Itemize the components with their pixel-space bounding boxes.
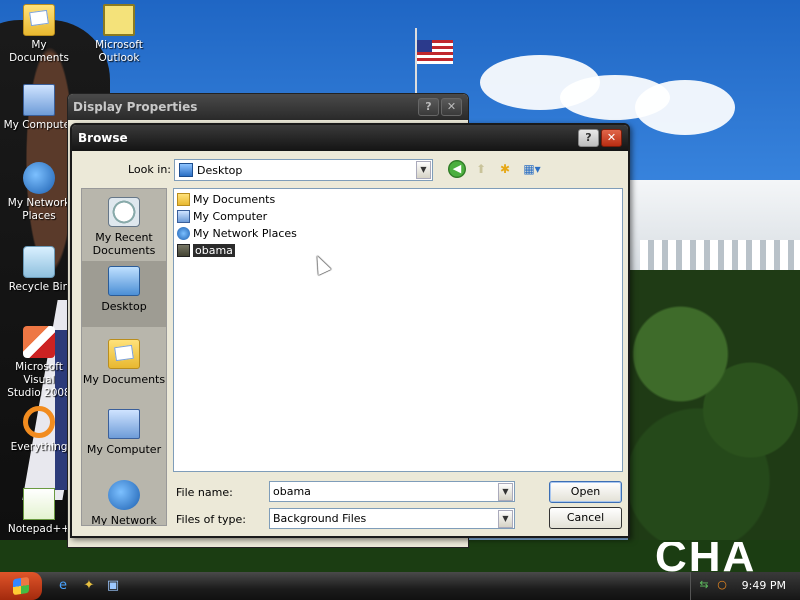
desktop-icon	[108, 266, 140, 296]
places-item-my-documents[interactable]: My Documents	[82, 339, 166, 386]
desktop-icon-label: Notepad++	[7, 523, 71, 535]
my-computer-icon	[108, 409, 140, 439]
chevron-down-icon[interactable]: ▼	[416, 161, 431, 179]
everything-search-icon[interactable]: ○	[715, 578, 729, 592]
desktop-icon-label: My Network Places	[7, 197, 71, 222]
trees	[628, 270, 800, 550]
display-properties-titlebar[interactable]: Display Properties ? ✕	[68, 94, 468, 120]
file-name-label: File name:	[176, 486, 233, 499]
list-item[interactable]: My Network Places	[177, 226, 297, 242]
file-type-label: Files of type:	[176, 513, 247, 526]
back-arrow-icon[interactable]: ◀	[448, 160, 466, 178]
network-places-icon	[108, 480, 140, 510]
file-name: obama	[193, 244, 235, 257]
places-item-my-computer[interactable]: My Computer	[82, 409, 166, 456]
file-name-input[interactable]: obama ▼	[269, 481, 515, 502]
system-tray: ⇆ ○ 9:49 PM	[690, 572, 800, 600]
file-name: My Computer	[193, 210, 268, 223]
cancel-button[interactable]: Cancel	[549, 507, 622, 529]
computer-icon	[177, 210, 190, 223]
places-item-label: My Network	[91, 514, 157, 526]
file-type-value: Background Files	[273, 512, 367, 525]
my-documents-icon	[23, 4, 55, 36]
up-folder-icon[interactable]: ⬆	[472, 160, 490, 178]
desktop-icon-label: Recycle Bin	[8, 281, 70, 293]
close-button[interactable]: ✕	[441, 98, 462, 116]
file-type-select[interactable]: Background Files ▼	[269, 508, 515, 529]
file-list[interactable]: My Documents My Computer My Network Plac…	[173, 188, 623, 472]
places-item-label: My Computer	[86, 443, 162, 456]
desktop-icon-label: Everything	[10, 441, 68, 453]
places-item-recent-documents[interactable]: My Recent Documents	[82, 197, 166, 257]
places-bar: My Recent Documents Desktop My Documents…	[81, 188, 167, 526]
desktop-icon	[179, 163, 193, 177]
my-documents-icon	[108, 339, 140, 369]
us-flag	[417, 40, 453, 64]
desktop-icon-label: Microsoft Visual Studio 2008	[7, 361, 71, 399]
look-in-label: Look in:	[128, 163, 171, 176]
file-name: My Network Places	[193, 227, 297, 240]
cloud	[635, 80, 735, 135]
help-button[interactable]: ?	[578, 129, 599, 147]
taskbar: e ✦ ▣ ⇆ ○ 9:49 PM	[0, 572, 800, 600]
browse-titlebar[interactable]: Browse ? ✕	[72, 125, 628, 151]
look-in-select[interactable]: Desktop ▼	[174, 159, 433, 181]
recent-documents-icon	[108, 197, 140, 227]
clock[interactable]: 9:49 PM	[742, 579, 786, 592]
visual-studio-icon	[23, 326, 55, 358]
image-file-icon	[177, 244, 190, 257]
internet-explorer-icon[interactable]: e	[54, 577, 72, 595]
wallpaper-text: CHA	[655, 542, 757, 572]
network-places-icon	[23, 162, 55, 194]
media-player-icon[interactable]: ✦	[80, 577, 98, 595]
help-button[interactable]: ?	[418, 98, 439, 116]
chevron-down-icon[interactable]: ▼	[498, 483, 513, 501]
notepad-plus-plus-icon	[23, 488, 55, 520]
show-desktop-icon[interactable]: ▣	[104, 577, 122, 595]
network-tray-icon[interactable]: ⇆	[697, 578, 711, 592]
outlook-icon	[103, 4, 135, 36]
start-button[interactable]	[0, 572, 42, 600]
desktop-icon-label: My Computer	[3, 119, 75, 131]
everything-icon	[23, 406, 55, 438]
new-folder-icon[interactable]: ✱	[496, 160, 514, 178]
file-name: My Documents	[193, 193, 276, 206]
mouse-pointer-icon	[310, 252, 332, 276]
windows-logo-icon	[13, 576, 29, 596]
network-icon	[177, 227, 190, 240]
desktop-icon-my-documents[interactable]: My Documents	[0, 4, 78, 65]
desktop-icon-label: My Documents	[9, 39, 69, 64]
places-item-network[interactable]: My Network	[82, 480, 166, 526]
places-item-desktop[interactable]: Desktop	[82, 261, 166, 327]
recycle-bin-icon	[23, 246, 55, 278]
dialog-title: Browse	[78, 131, 128, 145]
views-menu-icon[interactable]: ▦▾	[520, 160, 544, 178]
toolbar: ◀ ⬆ ✱ ▦▾	[448, 160, 544, 178]
look-in-row: Look in: Desktop ▼ ◀ ⬆ ✱ ▦▾	[72, 158, 628, 182]
look-in-value: Desktop	[197, 164, 243, 177]
chevron-down-icon[interactable]: ▼	[498, 510, 513, 528]
places-item-label: My Documents	[82, 373, 166, 386]
window-title: Display Properties	[73, 100, 198, 114]
desktop-icon-label: Microsoft Outlook	[95, 39, 143, 64]
list-item[interactable]: My Documents	[177, 192, 275, 208]
list-item[interactable]: My Computer	[177, 209, 267, 225]
browse-dialog: Browse ? ✕ Look in: Desktop ▼ ◀ ⬆ ✱ ▦▾ M…	[70, 123, 630, 538]
folder-icon	[177, 193, 190, 206]
list-item[interactable]: obama	[177, 243, 235, 259]
close-button[interactable]: ✕	[601, 129, 622, 147]
places-item-label: Desktop	[101, 300, 147, 313]
file-name-value: obama	[273, 485, 311, 498]
my-computer-icon	[23, 84, 55, 116]
open-button[interactable]: Open	[549, 481, 622, 503]
places-item-label: My Recent Documents	[92, 231, 156, 257]
desktop-icon-outlook[interactable]: Microsoft Outlook	[80, 4, 158, 65]
